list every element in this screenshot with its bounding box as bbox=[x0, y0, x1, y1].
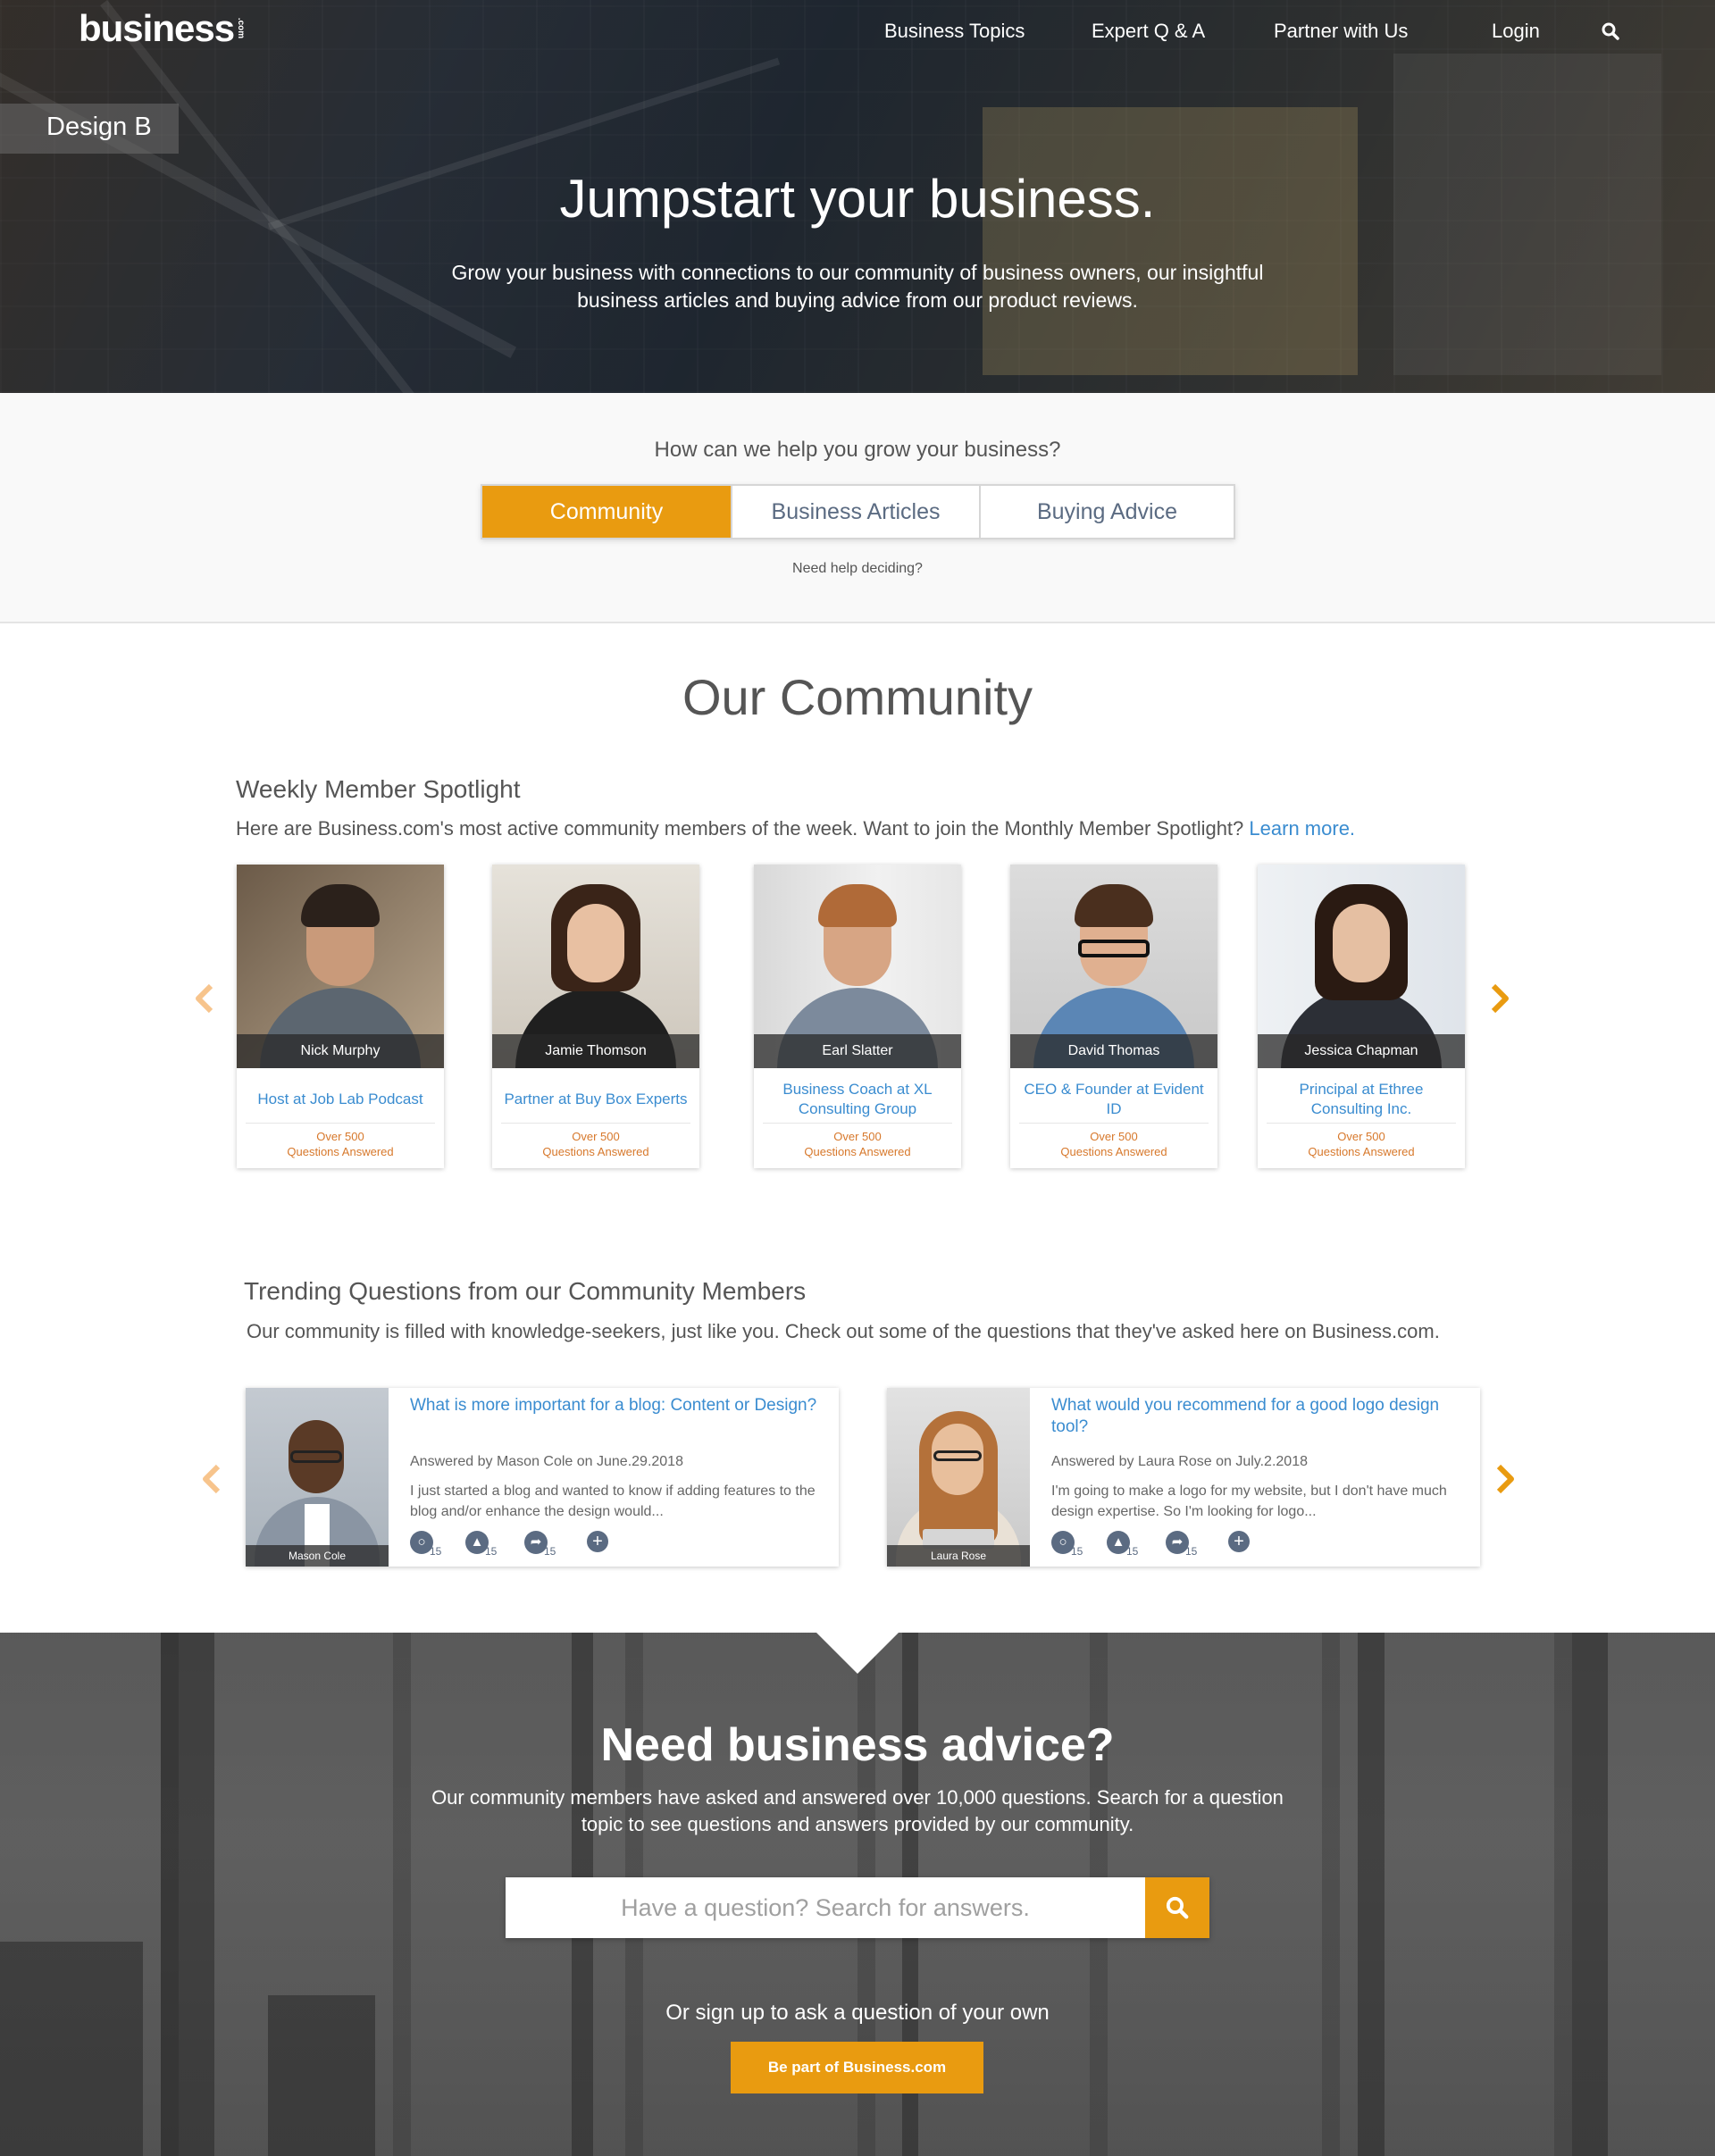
question-actions: ○ 15 ▲ 15 ➦ 15 + bbox=[410, 1531, 633, 1558]
tab-community[interactable]: Community bbox=[482, 486, 732, 538]
member-photo: Jamie Thomson bbox=[492, 865, 699, 1068]
question-author-photo: Mason Cole bbox=[246, 1388, 389, 1567]
add-icon[interactable]: + bbox=[1228, 1531, 1255, 1558]
member-name: Earl Slatter bbox=[754, 1034, 961, 1068]
add-icon[interactable]: + bbox=[587, 1531, 614, 1558]
member-photo: Earl Slatter bbox=[754, 865, 961, 1068]
member-name: Jessica Chapman bbox=[1258, 1034, 1465, 1068]
section-title: Our Community bbox=[682, 669, 1033, 725]
member-stat: Over 500 Questions Answered bbox=[1308, 1130, 1415, 1158]
cta-title: Need business advice? bbox=[600, 1719, 1115, 1771]
member-name: David Thomas bbox=[1010, 1034, 1217, 1068]
question-author-name: Laura Rose bbox=[887, 1545, 1030, 1567]
question-search bbox=[506, 1877, 1209, 1938]
nav-partner[interactable]: Partner with Us bbox=[1274, 20, 1408, 43]
question-author-photo: Laura Rose bbox=[887, 1388, 1030, 1567]
member-card[interactable]: David Thomas CEO & Founder at Evident ID… bbox=[1010, 865, 1217, 1168]
question-search-input[interactable] bbox=[506, 1877, 1145, 1938]
join-button[interactable]: Be part of Business.com bbox=[731, 2042, 983, 2093]
member-stat: Over 500 Questions Answered bbox=[804, 1130, 911, 1158]
question-search-button[interactable] bbox=[1145, 1877, 1209, 1938]
tab-business-articles[interactable]: Business Articles bbox=[732, 486, 981, 538]
nav-business-topics[interactable]: Business Topics bbox=[884, 20, 1025, 43]
share-icon[interactable]: ➦ 15 bbox=[524, 1531, 556, 1558]
design-tag: Design B bbox=[0, 104, 179, 154]
like-icon[interactable]: ▲ 15 bbox=[1107, 1531, 1138, 1558]
help-deciding-link[interactable]: Need help deciding? bbox=[0, 561, 1715, 577]
hero-banner: business .com Business Topics Expert Q & … bbox=[0, 0, 1715, 393]
spotlight-heading: Weekly Member Spotlight bbox=[236, 775, 521, 803]
member-stat: Over 500 Questions Answered bbox=[1060, 1130, 1167, 1158]
hero-subtitle: Grow your business with connections to o… bbox=[451, 261, 1264, 312]
comment-icon[interactable]: ○ 15 bbox=[410, 1531, 441, 1558]
cta-pillar bbox=[1572, 1633, 1608, 2156]
trending-next-arrow[interactable] bbox=[1492, 1461, 1518, 1497]
site-logo[interactable]: business .com bbox=[79, 7, 255, 50]
hero-windows bbox=[983, 107, 1358, 375]
question-excerpt: I'm going to make a logo for my website,… bbox=[1051, 1483, 1447, 1519]
comment-icon[interactable]: ○ 15 bbox=[1051, 1531, 1083, 1558]
member-card[interactable]: Earl Slatter Business Coach at XL Consul… bbox=[754, 865, 961, 1168]
cta-building bbox=[0, 1942, 143, 2156]
tab-buying-advice[interactable]: Buying Advice bbox=[981, 486, 1234, 538]
member-role-link[interactable]: Host at Job Lab Podcast bbox=[246, 1075, 435, 1124]
cta-notch bbox=[816, 1633, 899, 1674]
help-section: How can we help you grow your business? … bbox=[0, 393, 1715, 623]
member-stat: Over 500 Questions Answered bbox=[542, 1130, 649, 1158]
cta-signup-text: Or sign up to ask a question of your own bbox=[665, 2001, 1050, 2025]
spotlight-prev-arrow[interactable] bbox=[191, 981, 218, 1016]
member-role-link[interactable]: Principal at Ethree Consulting Inc. bbox=[1267, 1075, 1456, 1124]
share-icon[interactable]: ➦ 15 bbox=[1166, 1531, 1197, 1558]
learn-more-link[interactable]: Learn more. bbox=[1249, 817, 1355, 840]
question-title-link[interactable]: What would you recommend for a good logo… bbox=[1051, 1395, 1462, 1438]
spotlight-next-arrow[interactable] bbox=[1486, 981, 1513, 1016]
help-question: How can we help you grow your business? bbox=[654, 438, 1061, 462]
spotlight-text: Here are Business.com's most active comm… bbox=[236, 817, 1356, 840]
member-stat: Over 500 Questions Answered bbox=[287, 1130, 394, 1158]
cta-pillar bbox=[1358, 1633, 1385, 2156]
member-role-link[interactable]: Partner at Buy Box Experts bbox=[501, 1075, 690, 1124]
member-role-link[interactable]: CEO & Founder at Evident ID bbox=[1019, 1075, 1209, 1124]
trending-prev-arrow[interactable] bbox=[198, 1461, 225, 1497]
question-meta: Answered by Mason Cole on June.29.2018 bbox=[410, 1454, 683, 1469]
search-icon[interactable] bbox=[1601, 21, 1620, 41]
member-card[interactable]: Jessica Chapman Principal at Ethree Cons… bbox=[1258, 865, 1465, 1168]
nav-login[interactable]: Login bbox=[1492, 20, 1540, 43]
hero-title: Jumpstart your business. bbox=[559, 169, 1156, 229]
question-card[interactable]: Mason Cole What is more important for a … bbox=[246, 1388, 839, 1567]
member-card[interactable]: Nick Murphy Host at Job Lab Podcast Over… bbox=[237, 865, 444, 1168]
question-author-name: Mason Cole bbox=[246, 1545, 389, 1567]
cta-subtitle: Our community members have asked and ans… bbox=[431, 1786, 1284, 1835]
question-meta: Answered by Laura Rose on July.2.2018 bbox=[1051, 1454, 1308, 1469]
member-name: Nick Murphy bbox=[237, 1034, 444, 1068]
question-excerpt: I just started a blog and wanted to know… bbox=[410, 1483, 816, 1519]
question-card[interactable]: Laura Rose What would you recommend for … bbox=[887, 1388, 1480, 1567]
member-photo: Jessica Chapman bbox=[1258, 865, 1465, 1068]
trending-text: Our community is filled with knowledge-s… bbox=[247, 1320, 1440, 1342]
search-icon bbox=[1166, 1896, 1189, 1919]
member-photo: David Thomas bbox=[1010, 865, 1217, 1068]
like-icon[interactable]: ▲ 15 bbox=[465, 1531, 497, 1558]
question-title-link[interactable]: What is more important for a blog: Conte… bbox=[410, 1395, 821, 1416]
member-role-link[interactable]: Business Coach at XL Consulting Group bbox=[763, 1075, 952, 1124]
trending-heading: Trending Questions from our Community Me… bbox=[244, 1277, 807, 1305]
member-card[interactable]: Jamie Thomson Partner at Buy Box Experts… bbox=[492, 865, 699, 1168]
cta-pillar bbox=[161, 1633, 214, 2156]
member-name: Jamie Thomson bbox=[492, 1034, 699, 1068]
topic-tabs: Community Business Articles Buying Advic… bbox=[481, 484, 1235, 539]
nav-expert-qa[interactable]: Expert Q & A bbox=[1092, 20, 1205, 43]
question-actions: ○ 15 ▲ 15 ➦ 15 + bbox=[1051, 1531, 1275, 1558]
member-photo: Nick Murphy bbox=[237, 865, 444, 1068]
